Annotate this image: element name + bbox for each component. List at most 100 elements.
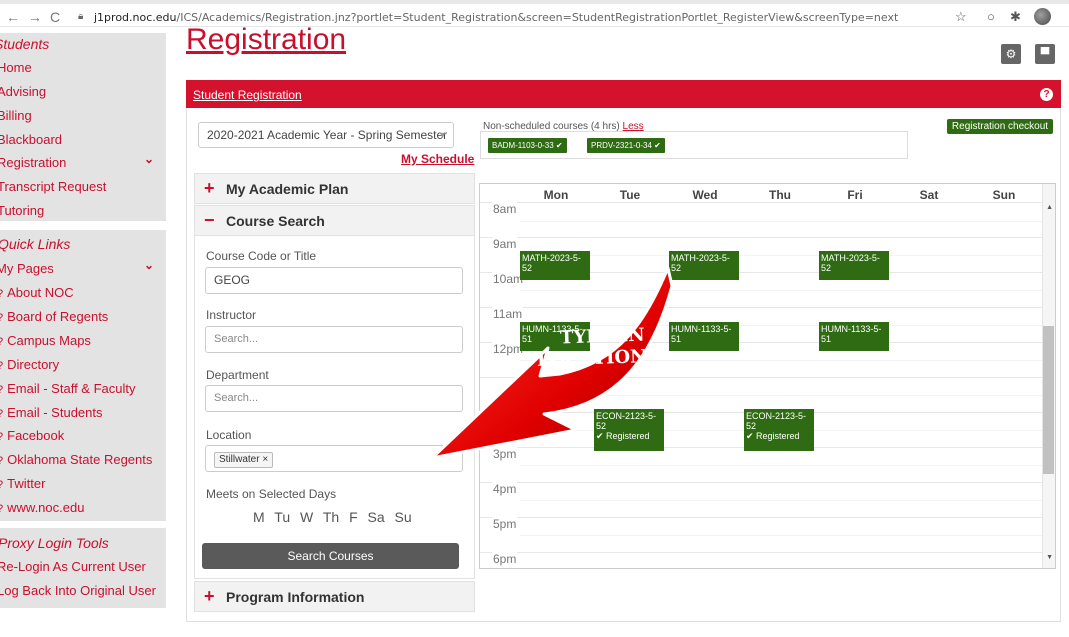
pin-icon: ?	[0, 312, 3, 324]
sidebar-item-logback[interactable]: Log Back Into Original User	[0, 583, 156, 598]
sidebar-link-regents[interactable]: ? Board of Regents	[0, 309, 108, 324]
url-host: j1prod.noc.edu	[94, 11, 177, 24]
program-info-header[interactable]: + Program Information	[194, 581, 475, 612]
calendar-scrollbar[interactable]: ▲ ▼	[1042, 184, 1055, 568]
event-section: 51	[821, 334, 832, 344]
sidebar-link-about[interactable]: ? About NOC	[0, 285, 74, 300]
half-line	[520, 500, 1043, 501]
sidebar-link-label: About NOC	[7, 285, 74, 300]
event-section: 51	[671, 334, 682, 344]
sidebar-item-transcript[interactable]: Transcript Request	[0, 179, 106, 194]
hour-line	[480, 237, 1043, 238]
sidebar-link-email-students[interactable]: ? Email - Students	[0, 405, 103, 420]
lock-icon: 🔒︎	[78, 11, 84, 22]
academic-plan-header[interactable]: + My Academic Plan	[194, 173, 475, 204]
hour-line	[480, 482, 1043, 483]
search-courses-button[interactable]: Search Courses	[202, 543, 459, 569]
registration-checkout-button[interactable]: Registration checkout	[947, 119, 1053, 134]
term-select-value: 2020-2021 Academic Year - Spring Semeste…	[207, 128, 448, 142]
location-tag[interactable]: Stillwater ×	[214, 452, 274, 468]
gear-icon[interactable]: ⚙	[1001, 44, 1021, 64]
sidebar-item-registration[interactable]: Registration	[0, 155, 66, 170]
sidebar-quick-links: Quick Links My Pages ⌄ ? About NOC ? Board…	[0, 230, 166, 521]
sidebar-item-advising[interactable]: Advising	[0, 84, 46, 99]
course-search-label: Course Search	[226, 213, 325, 229]
pin-icon: ?	[0, 360, 3, 372]
event-code: MATH-2023-5-	[821, 253, 880, 263]
sidebar-link-maps[interactable]: ? Campus Maps	[0, 333, 91, 348]
calendar-header: Mon Tue Wed Thu Fri Sat Sun	[480, 184, 1043, 202]
sidebar-link-email-staff[interactable]: ? Email - Staff & Faculty	[0, 381, 135, 396]
forward-icon[interactable]: →	[28, 10, 42, 24]
sidebar-item-tutoring[interactable]: Tutoring	[0, 203, 44, 218]
term-select[interactable]: 2020-2021 Academic Year - Spring Semeste…	[198, 122, 454, 148]
profile-avatar-icon[interactable]	[1034, 8, 1051, 25]
annotation-line-2: LOCATION	[536, 346, 647, 371]
days-label: Meets on Selected Days	[206, 487, 337, 501]
browser-toolbar: ← → C 🔒︎ j1prod.noc.edu/ICS/Academics/Re…	[0, 0, 1069, 27]
scroll-down-icon[interactable]: ▼	[1046, 554, 1053, 561]
course-search-header[interactable]: − Course Search	[194, 205, 475, 236]
academic-plan-label: My Academic Plan	[226, 181, 349, 197]
browser-tab-strip	[0, 0, 1069, 4]
page-title: Registration	[186, 23, 347, 56]
chevron-down-icon[interactable]: ⌄	[144, 152, 154, 166]
my-schedule-link[interactable]: My Schedule	[401, 152, 474, 166]
sidebar-heading-students: Students	[0, 36, 50, 52]
sidebar-link-website[interactable]: ? www.noc.edu	[0, 500, 84, 515]
sidebar-item-relogin[interactable]: Re-Login As Current User	[0, 559, 146, 574]
puzzle-icon[interactable]: ✱	[1010, 9, 1021, 25]
event-section: 52	[671, 263, 682, 273]
calendar-day-thu: Thu	[769, 188, 791, 202]
sidebar-students: Students Home Advising Billing Blackboar…	[0, 33, 166, 221]
reload-icon[interactable]: C	[50, 10, 60, 24]
event-code: HUMN-1133-5-	[671, 324, 732, 334]
back-icon[interactable]: ←	[6, 10, 20, 24]
sidebar-item-home[interactable]: Home	[0, 60, 32, 75]
sidebar-item-blackboard[interactable]: Blackboard	[0, 132, 62, 147]
calendar-event[interactable]: HUMN-1133-5- 51	[819, 322, 889, 351]
print-icon[interactable]: ▀	[1035, 44, 1055, 64]
sidebar-link-facebook[interactable]: ? Facebook	[0, 428, 64, 443]
half-line	[520, 535, 1043, 536]
help-icon[interactable]: ?	[1040, 88, 1053, 101]
calendar-event[interactable]: MATH-2023-5- 52	[819, 251, 889, 280]
calendar-day-wed: Wed	[692, 188, 718, 202]
sidebar-link-label: Oklahoma State Regents	[7, 452, 153, 467]
pin-icon: ?	[0, 503, 3, 515]
sidebar-heading-quick-links: Quick Links	[0, 236, 71, 252]
chevron-down-icon[interactable]: ⌄	[144, 258, 154, 272]
sidebar-link-label: Board of Regents	[7, 309, 109, 324]
course-chip[interactable]: BADM-1103-0-33 ✔	[488, 138, 567, 153]
star-icon[interactable]: ☆	[955, 9, 967, 25]
portlet-title-link[interactable]: Student Registration	[193, 88, 302, 102]
half-line	[520, 221, 1043, 222]
sidebar-link-twitter[interactable]: ? Twitter	[0, 476, 45, 491]
sidebar-heading-proxy: Proxy Login Tools	[0, 535, 109, 551]
hour-label: 4pm	[492, 482, 518, 496]
scroll-up-icon[interactable]: ▲	[1046, 204, 1053, 211]
calendar-event[interactable]: ECON-2123-5- 52 ✔ Registered	[744, 409, 814, 451]
plus-icon: +	[204, 178, 215, 198]
scrollbar-thumb[interactable]	[1043, 326, 1054, 474]
sidebar-proxy-tools: Proxy Login Tools Re-Login As Current Us…	[0, 528, 166, 608]
hour-line	[480, 202, 1043, 203]
sidebar-link-label: Email - Students	[7, 405, 103, 420]
sidebar-item-billing[interactable]: Billing	[0, 108, 32, 123]
sidebar-item-my-pages[interactable]: My Pages	[0, 261, 54, 276]
event-section: 52	[746, 421, 757, 431]
course-chip[interactable]: PRDV-2321-0-34 ✔	[587, 138, 665, 153]
portlet-header: Student Registration ?	[186, 80, 1061, 108]
sidebar-link-directory[interactable]: ? Directory	[0, 357, 59, 372]
pin-icon: ?	[0, 479, 3, 491]
caret-down-icon: ▼	[438, 130, 447, 140]
calendar-day-mon: Mon	[543, 188, 569, 202]
day-selector[interactable]: M Tu W Th F Sa Su	[253, 509, 412, 525]
pin-icon: ?	[0, 431, 3, 443]
extension-circle-icon[interactable]: ○	[987, 9, 995, 24]
calendar-day-tue: Tue	[619, 188, 641, 202]
event-code: MATH-2023-5-	[671, 253, 730, 263]
plus-icon: +	[204, 586, 215, 606]
pin-icon: ?	[0, 336, 3, 348]
sidebar-link-osrhe[interactable]: ? Oklahoma State Regents	[0, 452, 152, 467]
